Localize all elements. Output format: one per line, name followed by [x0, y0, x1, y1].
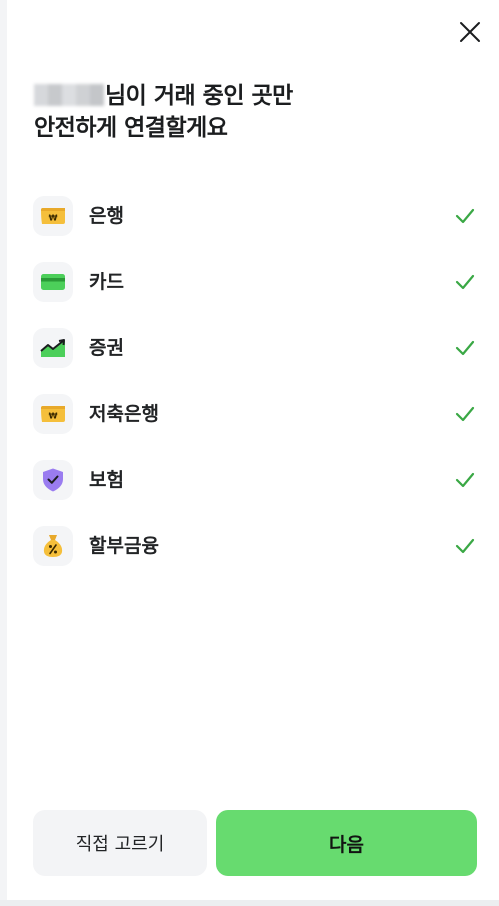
- category-item-securities[interactable]: 증권: [33, 328, 480, 394]
- close-icon: [460, 22, 480, 42]
- category-item-savings-bank[interactable]: ₩ 저축은행: [33, 394, 480, 460]
- next-button[interactable]: 다음: [216, 810, 477, 876]
- category-label: 카드: [89, 271, 124, 293]
- won-card-icon: ₩: [41, 406, 65, 422]
- money-bag-percent-icon: [43, 535, 63, 557]
- stock-chart-icon: [40, 339, 65, 357]
- category-item-card[interactable]: 카드: [33, 262, 480, 328]
- category-icon-box: [33, 262, 73, 302]
- category-icon-box: [33, 328, 73, 368]
- svg-text:₩: ₩: [49, 412, 58, 421]
- credit-card-icon: [41, 274, 65, 290]
- check-icon: [455, 208, 475, 224]
- won-card-icon: ₩: [41, 208, 65, 224]
- title-line-1: 님이 거래 중인 곳만: [34, 80, 474, 112]
- svg-text:₩: ₩: [49, 214, 58, 223]
- category-list: ₩ 은행 카드 증권 ₩ 저축은행 보험 할부금융: [33, 196, 480, 592]
- category-icon-box: ₩: [33, 196, 73, 236]
- left-edge: [0, 0, 7, 906]
- category-label: 증권: [89, 337, 124, 359]
- category-icon-box: [33, 460, 73, 500]
- check-icon: [455, 472, 475, 488]
- category-label: 저축은행: [89, 403, 159, 425]
- shield-check-icon: [43, 468, 63, 492]
- category-label: 은행: [89, 205, 124, 227]
- check-icon: [455, 538, 475, 554]
- check-icon: [455, 406, 475, 422]
- footer-buttons: 직접 고르기 다음: [33, 810, 477, 876]
- masked-user-name: [34, 84, 104, 106]
- category-icon-box: ₩: [33, 394, 73, 434]
- category-label: 할부금융: [89, 535, 159, 557]
- page-title: 님이 거래 중인 곳만 안전하게 연결할게요: [34, 80, 474, 144]
- category-label: 보험: [89, 469, 124, 491]
- bottom-edge: [0, 900, 499, 906]
- choose-manually-button[interactable]: 직접 고르기: [33, 810, 207, 876]
- check-icon: [455, 274, 475, 290]
- title-line-2: 안전하게 연결할게요: [34, 115, 228, 141]
- category-item-bank[interactable]: ₩ 은행: [33, 196, 480, 262]
- category-item-insurance[interactable]: 보험: [33, 460, 480, 526]
- check-icon: [455, 340, 475, 356]
- category-item-installment-finance[interactable]: 할부금융: [33, 526, 480, 592]
- category-icon-box: [33, 526, 73, 566]
- close-button[interactable]: [455, 17, 485, 47]
- title-line-1-text: 님이 거래 중인 곳만: [105, 83, 293, 109]
